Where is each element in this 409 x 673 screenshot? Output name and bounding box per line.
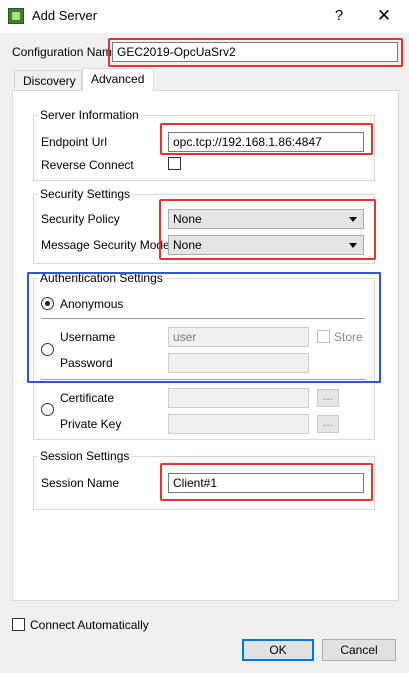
certificate-browse-button[interactable]: ... — [317, 389, 339, 407]
message-security-mode-value: None — [173, 238, 202, 252]
message-security-mode-select[interactable]: None — [168, 235, 364, 255]
authentication-settings-title: Authentication Settings — [38, 271, 165, 285]
endpoint-url-input[interactable]: opc.tcp://192.168.1.86:4847 — [168, 132, 364, 152]
message-security-mode-label: Message Security Mode — [41, 238, 170, 252]
ok-button[interactable]: OK — [242, 639, 314, 661]
close-button[interactable]: ✕ — [372, 5, 396, 27]
divider — [41, 379, 365, 380]
security-policy-select[interactable]: None — [168, 209, 364, 229]
username-label: Username — [60, 330, 116, 344]
username-input[interactable]: user — [168, 327, 309, 347]
help-button[interactable]: ? — [327, 5, 351, 27]
anonymous-radio[interactable] — [41, 297, 54, 310]
password-input[interactable] — [168, 353, 309, 373]
configuration-name-input[interactable]: GEC2019-OpcUaSrv2 — [112, 42, 398, 62]
chevron-down-icon — [349, 243, 357, 248]
tab-advanced[interactable]: Advanced — [82, 68, 154, 91]
anonymous-label: Anonymous — [60, 297, 124, 311]
private-key-input[interactable] — [168, 414, 309, 434]
tab-discovery[interactable]: Discovery — [14, 70, 82, 90]
reverse-connect-checkbox[interactable] — [168, 157, 181, 170]
session-name-input[interactable]: Client#1 — [168, 473, 364, 493]
security-settings-title: Security Settings — [38, 187, 133, 201]
store-checkbox[interactable] — [317, 330, 330, 343]
divider — [41, 318, 365, 319]
server-information-title: Server Information — [38, 108, 141, 122]
cancel-button[interactable]: Cancel — [322, 639, 396, 661]
chevron-down-icon — [349, 217, 357, 222]
security-policy-label: Security Policy — [41, 212, 120, 226]
username-password-radio[interactable] — [41, 343, 54, 356]
connect-automatically-checkbox[interactable] — [12, 618, 25, 631]
certificate-label: Certificate — [60, 391, 115, 405]
session-settings-title: Session Settings — [38, 449, 132, 463]
private-key-label: Private Key — [60, 417, 122, 431]
security-policy-value: None — [173, 212, 202, 226]
session-name-label: Session Name — [41, 476, 120, 490]
window-title: Add Server — [32, 8, 98, 23]
certificate-input[interactable] — [168, 388, 309, 408]
password-label: Password — [60, 356, 113, 370]
configuration-name-label: Configuration Name — [12, 45, 119, 59]
reverse-connect-label: Reverse Connect — [41, 158, 134, 172]
endpoint-url-label: Endpoint Url — [41, 135, 108, 149]
certificate-radio[interactable] — [41, 403, 54, 416]
app-icon — [8, 8, 24, 24]
store-label: Store — [334, 330, 363, 344]
connect-automatically-label: Connect Automatically — [30, 618, 149, 632]
private-key-browse-button[interactable]: ... — [317, 415, 339, 433]
